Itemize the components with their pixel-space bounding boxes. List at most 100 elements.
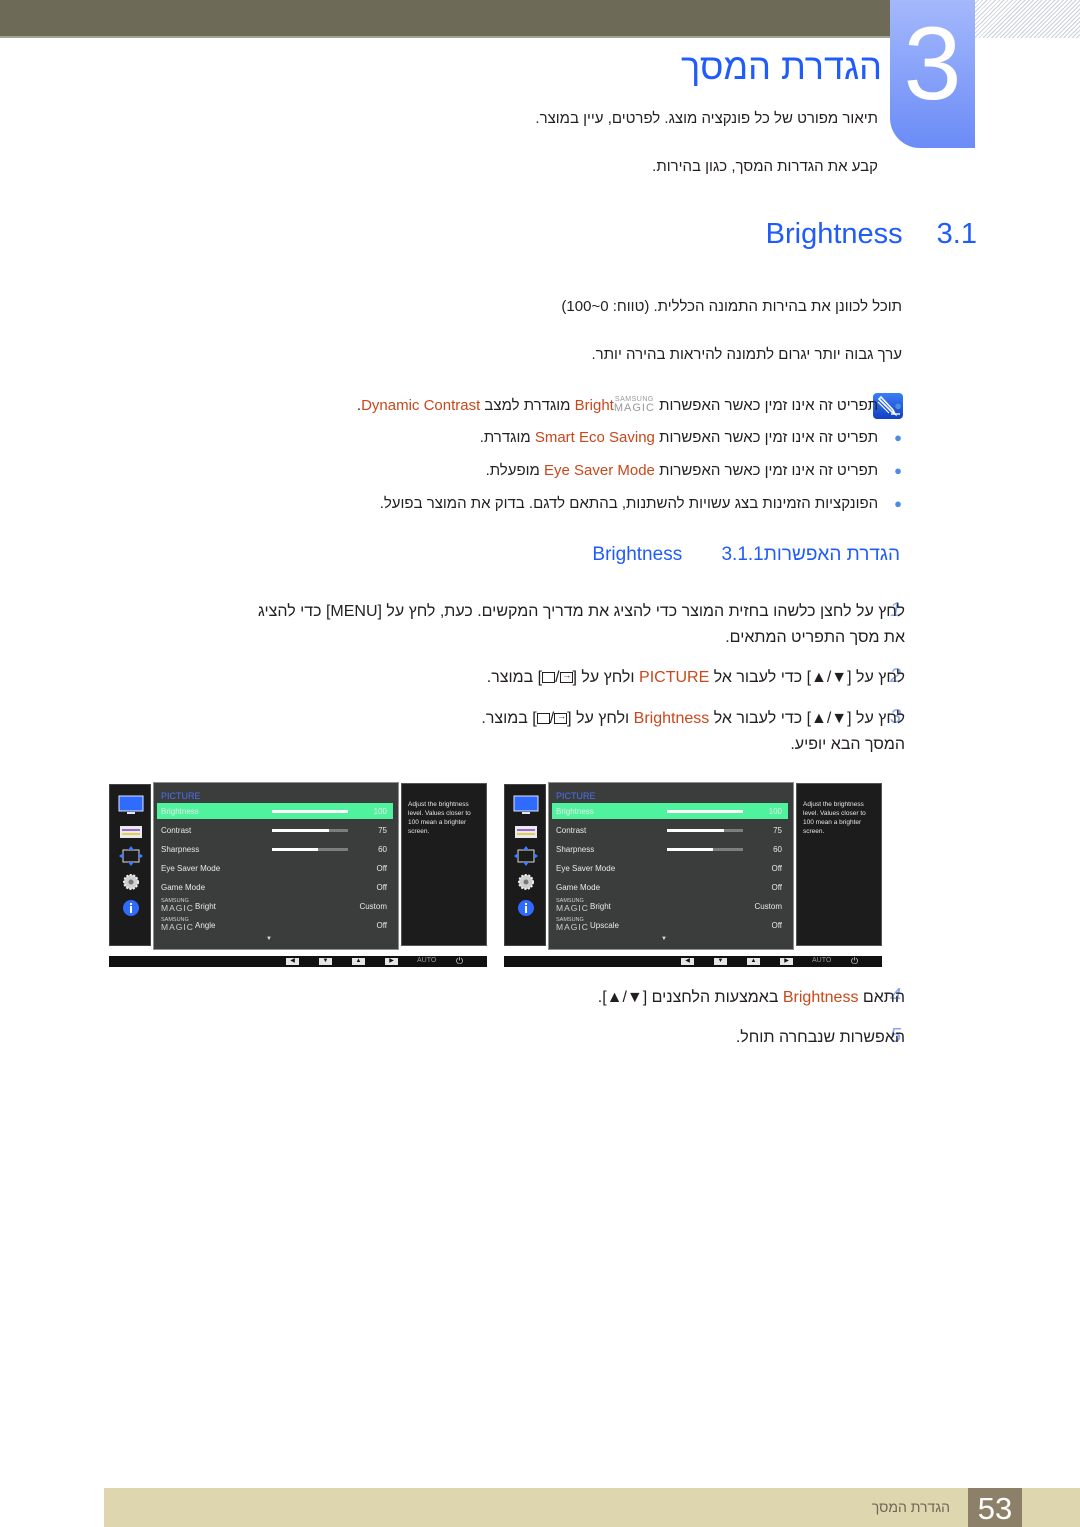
osd-menu-title: PICTURE xyxy=(161,791,201,801)
down-arrow-button[interactable]: ▼ xyxy=(714,958,727,965)
footer-chapter-label: הגדרת המסך xyxy=(871,1499,950,1515)
osd-item-value: 75 xyxy=(773,826,782,835)
osd-level-fill xyxy=(272,829,329,832)
osd-menu-item[interactable]: Sharpness 60 xyxy=(552,841,788,857)
osd-item-value: 75 xyxy=(378,826,387,835)
osd-item-value: 100 xyxy=(768,807,782,816)
osd-item-label: Bright xyxy=(590,902,611,911)
osd-menu-item[interactable]: Game Mode Off xyxy=(157,879,393,895)
osd-menu-panel: PICTURE Brightness 100 Contrast 75 Sharpness 6… xyxy=(153,782,399,950)
color-bars-icon[interactable] xyxy=(118,821,144,843)
osd-item-value: 60 xyxy=(378,845,387,854)
step-text: האפשרות שנבחרה תוחל. xyxy=(735,1029,905,1046)
osd-menu-item[interactable]: Eye Saver Mode Off xyxy=(157,860,393,876)
left-arrow-button[interactable]: ◀ xyxy=(681,958,694,965)
osd-level-slider[interactable] xyxy=(667,810,743,813)
highlight-term: PICTURE xyxy=(639,669,710,686)
osd-key-guide-bar: ◀ ▼ ▲ ▶ AUTO ⏻ xyxy=(504,956,882,967)
up-arrow-button[interactable]: ▲ xyxy=(352,958,365,965)
subsection-title-en: Brightness xyxy=(592,544,683,565)
source-key-icon xyxy=(536,713,550,724)
osd-item-value: Off xyxy=(376,864,387,873)
subsection-title-he: הגדרת האפשרות xyxy=(763,544,900,565)
step-text: לחץ על לחצן כלשהו בחזית המוצר כדי להציג … xyxy=(258,603,905,620)
osd-menu-item[interactable]: SAMSUNG MAGIC Angle Off xyxy=(157,917,393,933)
osd-item-value: Custom xyxy=(754,902,782,911)
subsection-heading: Brightness הגדרת האפשרות3.1.1 xyxy=(592,544,900,566)
osd-item-label: Sharpness xyxy=(556,845,595,854)
left-arrow-button[interactable]: ◀ xyxy=(286,958,299,965)
bullet-text: מוגדרת למצב xyxy=(480,397,575,414)
right-arrow-button[interactable]: ▶ xyxy=(780,958,793,965)
osd-level-slider[interactable] xyxy=(272,829,348,832)
power-icon[interactable]: ⏻ xyxy=(456,956,463,966)
osd-item-label: Eye Saver Mode xyxy=(161,864,221,873)
osd-item-label: Game Mode xyxy=(556,883,601,892)
osd-level-slider[interactable] xyxy=(667,848,743,851)
samsung-magic-logo: SAMSUNG MAGIC xyxy=(161,917,194,932)
osd-menu-item[interactable]: Contrast 75 xyxy=(157,822,393,838)
osd-menu-item[interactable]: Brightness 100 xyxy=(552,803,788,819)
osd-level-slider[interactable] xyxy=(272,810,348,813)
osd-help-text: Adjust the brightness level. Values clos… xyxy=(401,783,487,946)
bullet-dot: ● xyxy=(894,430,902,445)
osd-menu-item[interactable]: SAMSUNG MAGIC Bright Custom xyxy=(552,898,788,914)
osd-menu-item[interactable]: Sharpness 60 xyxy=(157,841,393,857)
step-text: המסך הבא יופיע. xyxy=(790,736,905,753)
bullet-text: הפונקציות הזמינות בצג עשויות להשתנות, בה… xyxy=(379,495,879,512)
osd-sidebar xyxy=(504,784,546,946)
highlight-term: Dynamic Contrast xyxy=(361,397,481,414)
power-icon[interactable]: ⏻ xyxy=(851,956,858,966)
osd-item-label: Eye Saver Mode xyxy=(556,864,616,873)
monitor-icon[interactable] xyxy=(118,795,144,817)
chapter-badge: 3 xyxy=(890,0,975,148)
auto-button[interactable]: AUTO xyxy=(812,957,831,964)
osd-help-text: Adjust the brightness level. Values clos… xyxy=(796,783,882,946)
bullet-item: ● תפריט זה אינו זמין כאשר האפשרות Eye Sav… xyxy=(486,462,902,479)
osd-item-value: Off xyxy=(771,864,782,873)
osd-screenshot: PICTURE Brightness 100 Contrast 75 Sharpness 6… xyxy=(109,780,487,970)
paragraph: תוכל לכוונן את בהירות התמונה הכללית. (טו… xyxy=(561,298,902,315)
header-bar xyxy=(0,0,893,38)
info-icon[interactable] xyxy=(118,897,144,919)
section-title: Brightness xyxy=(765,218,903,250)
osd-menu-item[interactable]: Brightness 100 xyxy=(157,803,393,819)
osd-menu-item[interactable]: SAMSUNG MAGIC Upscale Off xyxy=(552,917,788,933)
highlight-term: Brightness xyxy=(782,989,859,1006)
resize-arrows-icon[interactable] xyxy=(513,845,539,867)
bullet-text: מופעלת. xyxy=(485,462,545,479)
osd-item-label: Contrast xyxy=(556,826,587,835)
color-bars-icon[interactable] xyxy=(513,821,539,843)
gear-icon[interactable] xyxy=(513,871,539,893)
chapter-number: 3 xyxy=(903,6,962,122)
resize-arrows-icon[interactable] xyxy=(118,845,144,867)
page-number: 53 xyxy=(977,1491,1013,1526)
down-arrow-button[interactable]: ▼ xyxy=(319,958,332,965)
samsung-magic-logo: SAMSUNG MAGIC xyxy=(556,898,589,913)
osd-item-value: 100 xyxy=(373,807,387,816)
samsung-magic-logo: SAMSUNG MAGIC xyxy=(613,396,655,414)
osd-item-value: Off xyxy=(771,921,782,930)
osd-menu-item[interactable]: SAMSUNG MAGIC Bright Custom xyxy=(157,898,393,914)
bullet-item: ● הפונקציות הזמינות בצג עשויות להשתנות, ב… xyxy=(380,495,902,512)
osd-menu-item[interactable]: Eye Saver Mode Off xyxy=(552,860,788,876)
samsung-magic-logo: SAMSUNG MAGIC xyxy=(161,898,194,913)
osd-item-label: Upscale xyxy=(590,921,619,930)
osd-item-label: Angle xyxy=(195,921,216,930)
osd-menu-panel: PICTURE Brightness 100 Contrast 75 Sharpness 6… xyxy=(548,782,794,950)
osd-menu-item[interactable]: Game Mode Off xyxy=(552,879,788,895)
auto-button[interactable]: AUTO xyxy=(417,957,436,964)
bullet-text: תפריט זה אינו זמין כאשר האפשרות xyxy=(654,429,879,446)
scroll-down-indicator-icon: ▼ xyxy=(661,936,667,942)
osd-menu-item[interactable]: Contrast 75 xyxy=(552,822,788,838)
info-icon[interactable] xyxy=(513,897,539,919)
monitor-icon[interactable] xyxy=(513,795,539,817)
osd-level-fill xyxy=(272,810,348,813)
osd-level-slider[interactable] xyxy=(272,848,348,851)
bullet-dot: ● xyxy=(894,496,902,511)
gear-icon[interactable] xyxy=(118,871,144,893)
right-arrow-button[interactable]: ▶ xyxy=(385,958,398,965)
up-arrow-button[interactable]: ▲ xyxy=(747,958,760,965)
osd-level-slider[interactable] xyxy=(667,829,743,832)
bullet-item: ● תפריט זה אינו זמין כאשר האפשרות Smart E… xyxy=(480,429,902,446)
